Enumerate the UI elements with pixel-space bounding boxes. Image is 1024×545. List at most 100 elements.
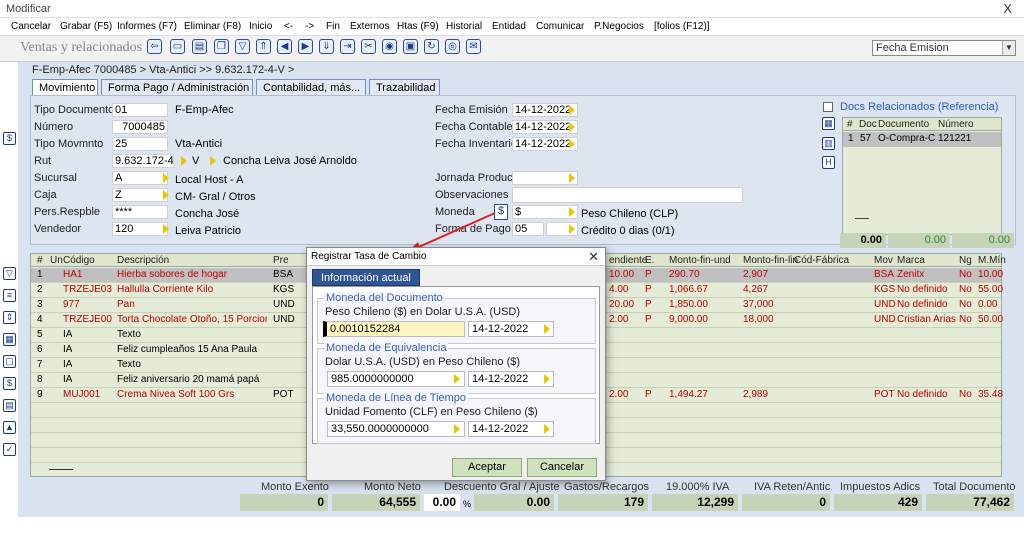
tipo-documento-input[interactable]: 01 [112, 103, 168, 117]
move-icon[interactable]: ⇕ [3, 311, 16, 324]
caja-input[interactable]: Z [112, 188, 168, 202]
row-monto-und: 9,000.00 [669, 314, 708, 325]
close-icon[interactable]: X [1003, 1, 1012, 16]
row-marca: Zenitx [897, 269, 925, 280]
rate-dropdown-icon[interactable] [454, 424, 460, 434]
menu-cancelar[interactable]: Cancelar [11, 21, 51, 32]
list-icon[interactable]: ≡ [3, 289, 16, 302]
vendedor-input[interactable]: 120 [112, 222, 168, 236]
menu-externos[interactable]: Externos [350, 21, 389, 32]
tab-trazabilidad[interactable]: Trazabilidad [369, 79, 440, 95]
rate-input-linea-tiempo[interactable]: 33,550.0000000000 [327, 421, 465, 437]
forma-pago-dropdown-icon[interactable] [569, 224, 575, 234]
menu-entidad[interactable]: Entidad [492, 21, 526, 32]
copy-icon[interactable]: ❐ [214, 39, 229, 54]
rut-suffix-dropdown-icon[interactable] [210, 156, 216, 166]
fecha-emision-dropdown-icon[interactable] [569, 105, 575, 115]
date-input-equivalencia[interactable]: 14-12-2022 [468, 371, 554, 387]
sucursal-input[interactable]: A [112, 171, 168, 185]
message-icon[interactable]: ✉ [466, 39, 481, 54]
pers-resp-input[interactable]: **** [112, 205, 168, 219]
group-desc: Dolar U.S.A. (USD) en Peso Chileno ($) [325, 356, 521, 368]
docs-edit-icon[interactable]: ▦ [822, 117, 835, 130]
stack-icon[interactable]: ▲ [3, 421, 16, 434]
menu-folios[interactable]: [folios (F12)] [654, 21, 710, 32]
window-icon[interactable]: ▢ [3, 355, 16, 368]
docs-title[interactable]: Docs Relacionados (Referencia) [840, 101, 998, 113]
jornada-dropdown-icon[interactable] [569, 173, 575, 183]
menu-fin[interactable]: Fin [326, 21, 340, 32]
money-icon[interactable]: $ [3, 377, 16, 390]
dialog-tab-info[interactable]: Información actual [312, 269, 420, 286]
check-icon[interactable]: ✓ [3, 443, 16, 456]
menu-next[interactable]: -> [305, 21, 314, 32]
chat-icon[interactable]: ◎ [445, 39, 460, 54]
last-record-icon[interactable]: ⇓ [319, 39, 334, 54]
chevron-down-icon[interactable]: ▼ [1002, 41, 1015, 55]
moneda-dropdown-icon[interactable] [569, 207, 575, 217]
tipo-movmnto-label: Tipo Movmnto [34, 138, 104, 150]
menu-htas[interactable]: Htas (F9) [397, 21, 439, 32]
cancel-button[interactable]: Cancelar [527, 458, 597, 477]
prev-record-icon[interactable]: ◀ [277, 39, 292, 54]
docs-add-icon[interactable]: H [822, 156, 835, 169]
tipo-movmnto-input[interactable]: 25 [112, 137, 168, 151]
descuento-pct-value[interactable]: 0.00 [424, 494, 460, 511]
export-icon[interactable]: ⇥ [340, 39, 355, 54]
menu-historial[interactable]: Historial [446, 21, 482, 32]
rut-input[interactable]: 9.632.172-4 [112, 154, 174, 168]
fecha-inventario-dropdown-icon[interactable] [569, 139, 575, 149]
date-input-linea-tiempo[interactable]: 14-12-2022 [468, 421, 554, 437]
observaciones-input[interactable] [512, 187, 743, 203]
refresh-icon[interactable]: ↻ [424, 39, 439, 54]
menu-informes[interactable]: Informes (F7) [117, 21, 177, 32]
vendedor-dropdown-icon[interactable] [163, 224, 169, 234]
sucursal-dropdown-icon[interactable] [163, 173, 169, 183]
menu-grabar[interactable]: Grabar (F5) [60, 21, 112, 32]
numero-input[interactable]: 7000485 [112, 120, 168, 134]
docs-row[interactable]: 1 57 O-Compra-C 121221 [843, 132, 1001, 147]
first-record-icon[interactable]: ⇑ [256, 39, 271, 54]
impuestos-value: 429 [834, 494, 922, 511]
rate-dropdown-icon[interactable] [454, 374, 460, 384]
iva-value: 12,299 [652, 494, 738, 511]
dialog-close-icon[interactable]: ✕ [588, 249, 599, 265]
menu-pnegocios[interactable]: P.Negocios [594, 21, 644, 32]
rut-dropdown-icon[interactable] [181, 156, 187, 166]
caja-dropdown-icon[interactable] [163, 190, 169, 200]
currency-icon[interactable]: $ [3, 132, 16, 145]
back-arrow-icon[interactable]: ⇦ [147, 39, 162, 54]
accept-button[interactable]: Aceptar [452, 458, 522, 477]
date-dropdown-icon[interactable] [544, 424, 550, 434]
view-icon[interactable]: ◉ [382, 39, 397, 54]
docs-checkbox[interactable] [823, 102, 833, 112]
print-icon[interactable]: ▤ [192, 39, 207, 54]
tools-icon[interactable]: ✂ [361, 39, 376, 54]
menu-comunicar[interactable]: Comunicar [536, 21, 584, 32]
tab-movimiento[interactable]: Movimiento [32, 79, 98, 95]
menu-prev[interactable]: <- [284, 21, 293, 32]
menu-inicio[interactable]: Inicio [249, 21, 272, 32]
tab-contabilidad[interactable]: Contabilidad, más... [256, 79, 366, 95]
fecha-contable-dropdown-icon[interactable] [569, 122, 575, 132]
tab-forma-pago[interactable]: Forma Pago / Administración [101, 79, 253, 95]
date-input-documento[interactable]: 14-12-2022 [468, 321, 554, 337]
monto-neto-value: 64,555 [332, 494, 420, 511]
card-icon[interactable]: ▣ [403, 39, 418, 54]
filter-icon[interactable]: ▽ [3, 267, 16, 280]
pages-icon[interactable]: ▤ [3, 399, 16, 412]
docs-table-icon[interactable]: ▥ [822, 137, 835, 150]
date-dropdown-icon[interactable] [544, 374, 550, 384]
rate-input-equivalencia[interactable]: 985.0000000000 [327, 371, 465, 387]
rate-input-documento[interactable]: 0.0010152284 [323, 321, 465, 337]
next-record-icon[interactable]: ▶ [298, 39, 313, 54]
calendar-icon[interactable]: ▦ [3, 333, 16, 346]
save-icon[interactable]: ▭ [170, 39, 185, 54]
date-dropdown-icon[interactable] [544, 324, 550, 334]
forma-pago-input[interactable]: 05 [512, 222, 544, 236]
menu-eliminar[interactable]: Eliminar (F8) [184, 21, 241, 32]
fecha-contable-label: Fecha Contable [435, 121, 513, 133]
row-num: 1 [37, 269, 43, 280]
delete-icon[interactable]: ▽ [235, 39, 250, 54]
sort-combo[interactable]: Fecha Emision ▼ [872, 40, 1016, 56]
